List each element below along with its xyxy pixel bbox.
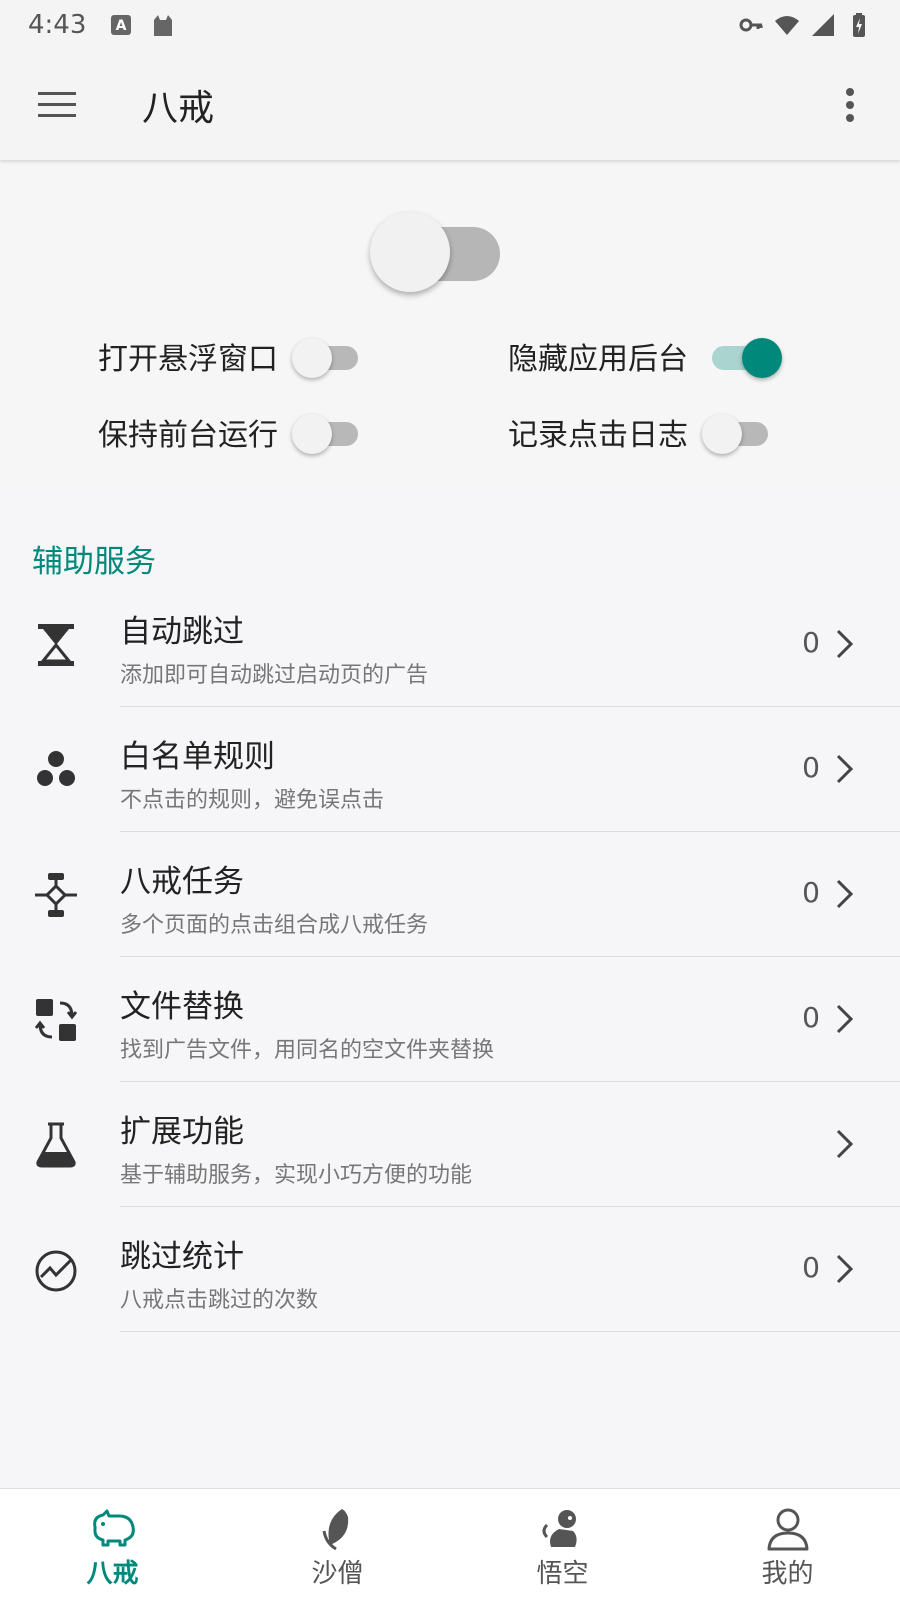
list-item-title: 文件替换 — [120, 989, 244, 1025]
option-label: 保持前台运行 — [98, 418, 278, 453]
nav-label: 悟空 — [536, 1559, 589, 1589]
status-bar: 4:43 A — [0, 0, 900, 50]
chevron-right-icon — [836, 629, 854, 659]
app-bar: 八戒 — [0, 50, 900, 160]
option-label: 隐藏应用后台 — [508, 342, 688, 377]
nav-shaseng[interactable]: 沙僧 — [225, 1489, 450, 1600]
chevron-right-icon — [836, 879, 854, 909]
list-item-whitelist[interactable]: 白名单规则 不点击的规则，避免误点击 0 — [0, 707, 900, 832]
divider — [120, 1331, 900, 1332]
pig-icon — [92, 1509, 135, 1547]
list-item-subtitle: 多个页面的点击组合成八戒任务 — [120, 913, 429, 938]
keep-foreground-toggle[interactable] — [292, 412, 362, 454]
flask-icon — [36, 1122, 76, 1168]
toggle-knob — [292, 414, 332, 454]
nav-label: 八戒 — [86, 1559, 139, 1589]
settings-panel: 打开悬浮窗口 隐藏应用后台 保持前台运行 记录点击日志 — [0, 160, 900, 492]
chevron-right-icon — [836, 1254, 854, 1284]
signal-icon — [812, 14, 834, 36]
status-time: 4:43 — [28, 10, 87, 40]
svg-text:A: A — [116, 18, 127, 34]
list-item-skip-stats[interactable]: 跳过统计 八戒点击跳过的次数 0 — [0, 1207, 900, 1332]
nav-wukong[interactable]: 悟空 — [450, 1489, 675, 1600]
list-item-auto-skip[interactable]: 自动跳过 添加即可自动跳过启动页的广告 0 — [0, 582, 900, 707]
option-floating-window: 打开悬浮窗口 — [98, 334, 362, 378]
toggle-knob — [292, 338, 332, 378]
list-item-subtitle: 八戒点击跳过的次数 — [120, 1288, 319, 1313]
list-item-subtitle: 基于辅助服务，实现小巧方便的功能 — [120, 1163, 473, 1188]
list-item-extensions[interactable]: 扩展功能 基于辅助服务，实现小巧方便的功能 — [0, 1082, 900, 1207]
list-item-tasks[interactable]: 八戒任务 多个页面的点击组合成八戒任务 0 — [0, 832, 900, 957]
leaf-icon — [322, 1509, 348, 1551]
more-vert-icon — [846, 88, 854, 122]
list-item-title: 白名单规则 — [120, 739, 275, 775]
more-options-button[interactable] — [822, 77, 878, 133]
nav-label: 沙僧 — [311, 1559, 364, 1589]
master-switch-knob — [370, 212, 450, 292]
nav-label: 我的 — [761, 1559, 814, 1589]
list-item-subtitle: 添加即可自动跳过启动页的广告 — [120, 663, 429, 688]
list-item-count: 0 — [802, 876, 820, 909]
toggle-knob — [742, 338, 782, 378]
battery-charging-icon — [853, 13, 865, 37]
service-list: 自动跳过 添加即可自动跳过启动页的广告 0 白名单规则 不点击的规则，避免误点击… — [0, 582, 900, 1332]
floating-window-toggle[interactable] — [292, 336, 362, 378]
list-item-file-replace[interactable]: 文件替换 找到广告文件，用同名的空文件夹替换 0 — [0, 957, 900, 1082]
master-service-switch[interactable] — [370, 212, 500, 292]
nav-bajie[interactable]: 八戒 — [0, 1489, 225, 1600]
group-dots-icon — [37, 751, 75, 786]
section-title: 辅助服务 — [32, 544, 156, 580]
list-item-count: 0 — [802, 1001, 820, 1034]
stats-icon — [35, 1250, 77, 1292]
keyboard-a-icon: A — [111, 15, 132, 35]
monkey-icon — [542, 1510, 577, 1547]
menu-button[interactable] — [30, 77, 86, 133]
option-click-log: 记录点击日志 — [508, 410, 772, 454]
option-keep-foreground: 保持前台运行 — [98, 410, 362, 454]
list-item-subtitle: 找到广告文件，用同名的空文件夹替换 — [120, 1038, 495, 1063]
list-item-subtitle: 不点击的规则，避免误点击 — [120, 788, 385, 813]
cat-icon — [154, 15, 173, 36]
list-item-count: 0 — [802, 1251, 820, 1284]
list-item-title: 跳过统计 — [120, 1239, 244, 1275]
option-label: 记录点击日志 — [508, 418, 688, 453]
option-hide-background: 隐藏应用后台 — [508, 334, 782, 378]
chevron-right-icon — [836, 754, 854, 784]
option-label: 打开悬浮窗口 — [98, 342, 278, 377]
wifi-icon — [775, 16, 799, 35]
bottom-navigation: 八戒 沙僧 悟空 我的 — [0, 1488, 900, 1600]
list-item-count: 0 — [802, 751, 820, 784]
list-item-title: 扩展功能 — [120, 1114, 244, 1150]
click-log-toggle[interactable] — [702, 412, 772, 454]
chevron-right-icon — [836, 1129, 854, 1159]
list-item-title: 八戒任务 — [120, 864, 244, 900]
vpn-key-icon — [739, 18, 763, 32]
hourglass-icon — [38, 624, 74, 666]
page-title: 八戒 — [142, 88, 215, 129]
hide-background-toggle[interactable] — [702, 336, 782, 378]
hamburger-icon — [38, 92, 76, 117]
workflow-icon — [35, 873, 77, 917]
toggle-knob — [702, 414, 742, 454]
list-item-title: 自动跳过 — [120, 614, 244, 650]
list-item-count: 0 — [802, 626, 820, 659]
nav-mine[interactable]: 我的 — [675, 1489, 900, 1600]
chevron-right-icon — [836, 1004, 854, 1034]
swap-files-icon — [34, 999, 78, 1041]
person-icon — [767, 1508, 808, 1551]
